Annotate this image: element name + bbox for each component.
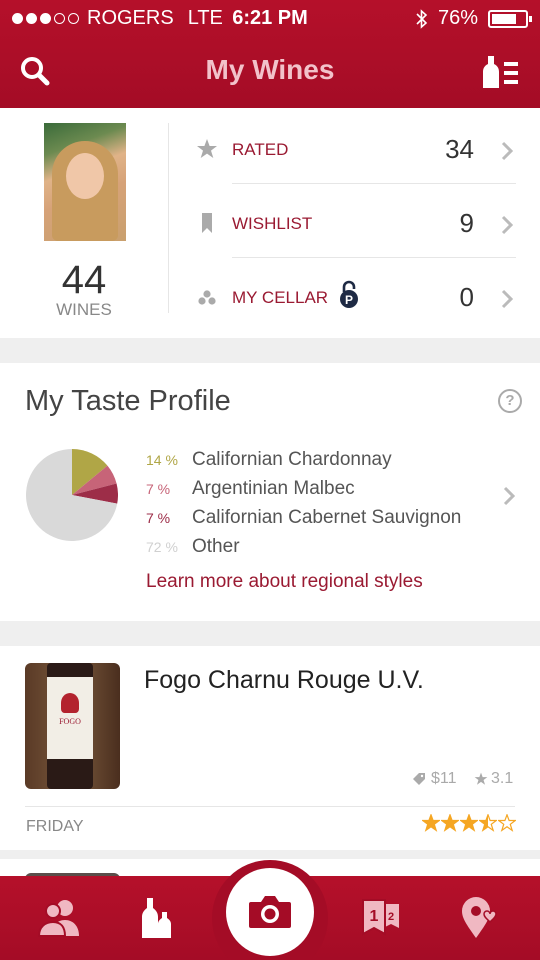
battery-icon [488,9,532,28]
tab-friends[interactable] [30,890,90,946]
legend-pct: 14 % [146,451,178,468]
nav-bar: My Wines [0,44,540,100]
wine-avg-rating: 3.1 [474,770,513,788]
wine-photo[interactable]: FOGO [25,663,120,789]
divider [168,123,169,313]
svg-text:2: 2 [388,911,394,923]
legend-item: 7 % Californian Cabernet Sauvignon [146,503,461,532]
cellar-icon [198,290,216,305]
legend-item: 14 % Californian Chardonnay [146,445,461,474]
status-bar: ROGERS LTE 6:21 PM 76% [0,0,540,36]
rating-star-icon [498,814,516,832]
chevron-right-icon [501,141,514,161]
price-tag-icon [413,773,425,785]
cellar-label: MY CELLAR [232,288,329,307]
star-icon [197,139,217,158]
legend-item: 72 % Other [146,532,461,561]
legend-pct: 7 % [146,509,171,526]
taste-profile-title: My Taste Profile [25,385,231,417]
camera-icon [249,896,291,928]
friends-icon [37,900,79,937]
wine-list-button[interactable] [482,52,522,92]
legend-name: Argentinian Malbec [192,477,355,499]
rated-count: 34 [445,134,474,164]
avatar[interactable] [44,123,126,241]
star-icon [474,772,488,785]
battery-percent: 76% [437,7,478,29]
tab-places[interactable] [450,890,510,946]
legend-name: Californian Chardonnay [192,448,392,470]
divider [25,806,515,807]
tab-wines[interactable] [126,890,186,946]
help-icon[interactable]: ? [498,389,522,413]
wine-name[interactable]: Fogo Charnu Rouge U.V. [144,666,424,695]
rated-label: RATED [232,140,289,159]
rating-star-icon [460,814,478,832]
taste-pie-chart [26,449,118,541]
chevron-right-icon [501,289,514,309]
cellar-row[interactable]: MY CELLAR P 0 [190,258,530,332]
cellar-count: 0 [459,282,474,312]
top-bar: ROGERS LTE 6:21 PM 76% My Wines [0,0,540,108]
bookmark-icon [202,213,212,233]
activity-day: FRIDAY [26,818,84,835]
bottle-label-text: FOGO [59,717,81,726]
legend-pct: 72 % [146,538,178,555]
legend-item: 7 % Argentinian Malbec [146,474,461,503]
legend-name: Californian Cabernet Sauvignon [192,506,462,528]
wine-count-label: WINES [56,300,112,319]
wishlist-row[interactable]: WISHLIST 9 [190,184,530,258]
wine-activity-card[interactable]: FOGO Fogo Charnu Rouge U.V. $11 3.1 FRID… [0,646,540,850]
taste-legend: 14 % Californian Chardonnay 7 % Argentin… [146,445,461,561]
legend-pct: 7 % [146,480,171,497]
rating-star-icon [479,814,497,832]
taste-profile-card[interactable]: My Taste Profile ? 14 % Californian Char… [0,363,540,621]
status-right: 76% [416,7,532,30]
rating-star-icon [422,814,440,832]
svg-text:1: 1 [370,908,379,925]
camera-button[interactable] [226,868,314,956]
page-title: My Wines [205,54,335,85]
rated-row[interactable]: RATED 34 [190,110,530,184]
user-rating-stars [422,814,516,832]
wines-icon [142,898,171,938]
chevron-right-icon [503,486,516,506]
rooster-logo [61,693,79,713]
places-icon [462,897,497,938]
price-value: $11 [431,770,457,787]
wine-list-icon [483,56,518,88]
bluetooth-icon [416,8,428,29]
profile-summary: 44 WINES RATED 34 WISHLIST 9 MY CELLAR P… [0,108,540,338]
wine-price: $11 [412,770,457,788]
legend-name: Other [192,535,240,557]
premium-lock-icon: P [338,280,360,310]
wishlist-count: 9 [459,208,474,238]
premium-badge: P [345,293,353,307]
wine-count: 44 [61,258,107,302]
wishlist-label: WISHLIST [232,214,313,233]
rankings-icon: 2 1 [362,899,399,936]
avg-rating-value: 3.1 [491,770,514,787]
learn-more-link[interactable]: Learn more about regional styles [146,571,423,593]
tab-rankings[interactable]: 2 1 [350,890,410,946]
rating-star-icon [441,814,459,832]
chevron-right-icon [501,215,514,235]
